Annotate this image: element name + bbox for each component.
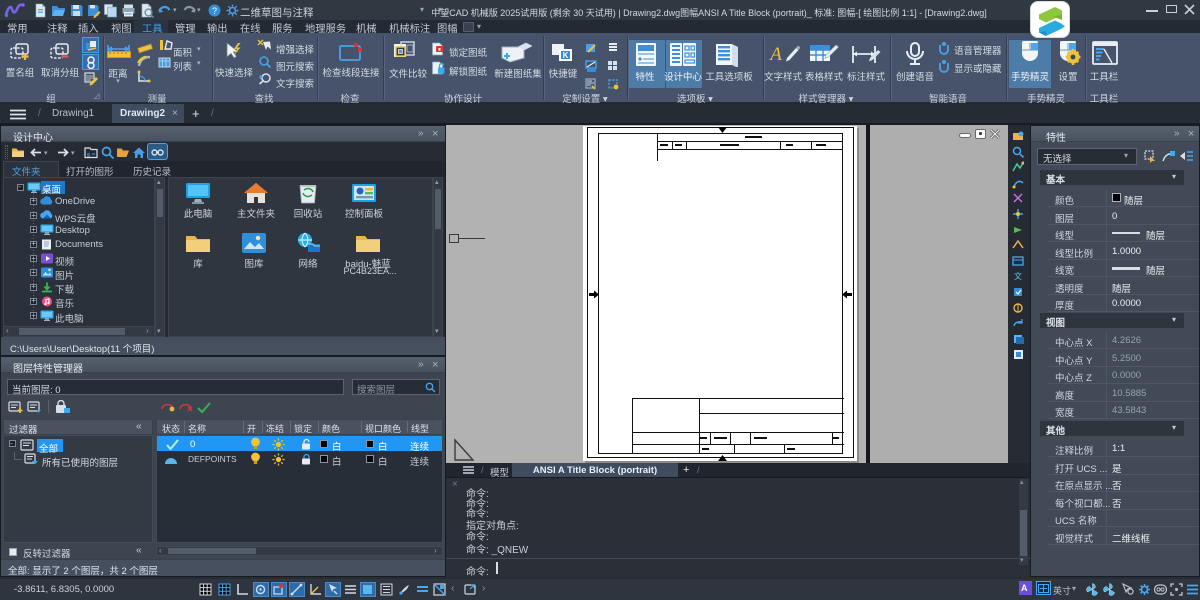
svg-text:A: A [768,44,782,65]
svg-text:K: K [563,51,569,60]
svg-text:文: 文 [1014,271,1022,281]
svg-text:?: ? [212,6,217,16]
